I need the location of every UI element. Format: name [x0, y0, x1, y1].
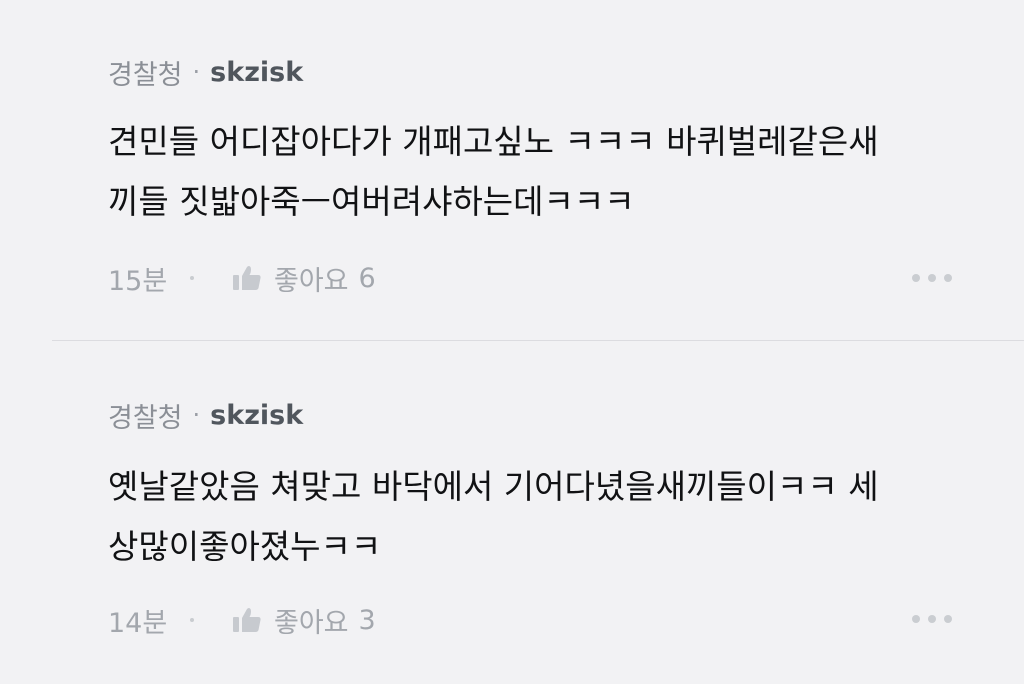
meta-separator: ·	[192, 58, 201, 86]
like-label: 좋아요	[274, 265, 349, 297]
more-dot	[912, 615, 920, 623]
more-dot	[944, 274, 952, 282]
comment-author[interactable]: skzisk	[210, 57, 303, 88]
comment-time: 15분	[108, 265, 168, 297]
more-dot	[944, 615, 952, 623]
meta-separator: ·	[192, 401, 201, 429]
comment-time: 14분	[108, 607, 168, 639]
more-options-button[interactable]	[912, 270, 952, 286]
comment-meta: 경찰청 · skzisk	[108, 52, 303, 92]
more-dot	[928, 274, 936, 282]
comment-source: 경찰청	[108, 402, 183, 434]
comment-meta: 경찰청 · skzisk	[108, 395, 303, 435]
like-count: 6	[358, 262, 376, 294]
footer-separator-dot	[190, 618, 194, 622]
like-label: 좋아요	[274, 607, 349, 639]
comment-item: 경찰청 · skzisk 견민들 어디잡아다가 개패고싶노 ㅋㅋㅋ 바퀴벌레같은…	[0, 0, 1024, 340]
comment-footer: 14분 좋아요 3	[108, 600, 376, 640]
thumbs-up-icon	[233, 266, 261, 290]
comment-footer: 15분 좋아요 6	[108, 258, 376, 298]
like-button[interactable]: 좋아요 3	[232, 601, 376, 640]
thumbs-up-icon	[233, 608, 261, 632]
comment-source: 경찰청	[108, 59, 183, 91]
more-dot	[912, 274, 920, 282]
comment-item: 경찰청 · skzisk 옛날같았음 쳐맞고 바닥에서 기어다녔을새끼들이ㅋㅋ …	[0, 341, 1024, 684]
comment-text: 옛날같았음 쳐맞고 바닥에서 기어다녔을새끼들이ㅋㅋ 세 상많이좋아졌누ㅋㅋ	[108, 467, 879, 566]
comment-author[interactable]: skzisk	[210, 400, 303, 431]
like-button[interactable]: 좋아요 6	[232, 259, 376, 298]
comment-text: 견민들 어디잡아다가 개패고싶노 ㅋㅋㅋ 바퀴벌레같은새 끼들 짓밟아죽ㅡ여버려…	[108, 122, 879, 221]
like-count: 3	[358, 604, 376, 636]
footer-separator-dot	[190, 276, 194, 280]
more-options-button[interactable]	[912, 611, 952, 627]
more-dot	[928, 615, 936, 623]
